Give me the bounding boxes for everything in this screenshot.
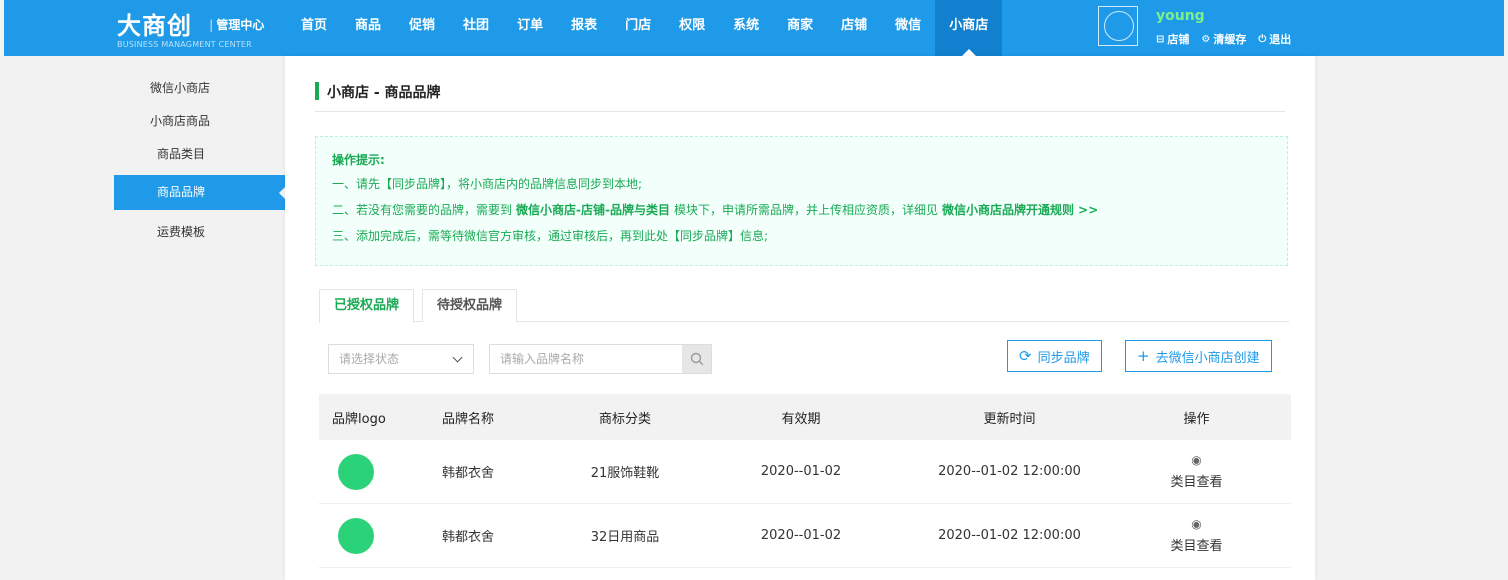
col-valid: 有效期 — [781, 411, 821, 427]
plus-icon: + — [1137, 346, 1150, 365]
brand-tabs: 已授权品牌 待授权品牌 — [319, 289, 1289, 323]
nav-permissions[interactable]: 权限 — [665, 0, 719, 56]
col-name: 品牌名称 — [442, 411, 495, 427]
col-updated: 更新时间 — [983, 411, 1036, 427]
user-links: ⊟ 店铺 ⚙ 清缓存 ⏻ 退出 — [1156, 31, 1291, 47]
col-category: 商标分类 — [598, 411, 651, 427]
refresh-icon: ⟳ — [1019, 346, 1032, 365]
gear-icon: ⚙ — [1201, 33, 1211, 45]
col-actions: 操作 — [1183, 411, 1210, 427]
table-header: 品牌logo 品牌名称 商标分类 有效期 更新时间 操作 — [319, 394, 1291, 440]
brand-category: 21服饰鞋靴 — [590, 466, 660, 481]
brand-updated-time: 2020--01-02 12:00:00 — [938, 528, 1081, 543]
brand-search-input[interactable] — [490, 345, 683, 373]
store-icon: ⊟ — [1156, 33, 1165, 45]
brand-name: 韩都衣舍 — [442, 466, 495, 481]
sidebar-item-shipping-template[interactable]: 运费模板 — [114, 216, 286, 249]
eye-icon: ◉ — [1191, 517, 1202, 531]
tips-title: 操作提示: — [332, 153, 385, 167]
filter-bar: 请选择状态 — [328, 344, 712, 374]
nav-stores[interactable]: 门店 — [611, 0, 665, 56]
col-logo: 品牌logo — [332, 411, 386, 427]
main-nav: 首页 商品 促销 社团 订单 报表 门店 权限 系统 商家 店铺 微信 小商店 — [287, 0, 1003, 56]
brand-updated-time: 2020--01-02 12:00:00 — [938, 464, 1081, 479]
brand-valid-date: 2020--01-02 — [760, 528, 842, 543]
username: young — [1156, 8, 1205, 24]
brand-logo-image — [338, 517, 374, 554]
brand-valid-date: 2020--01-02 — [760, 464, 842, 479]
sidebar-item-goods-category[interactable]: 商品类目 — [114, 138, 286, 171]
nav-goods[interactable]: 商品 — [341, 0, 395, 56]
clear-cache-link[interactable]: ⚙ 清缓存 — [1201, 31, 1246, 47]
view-category-button[interactable]: ◉ 类目查看 — [1102, 517, 1291, 554]
nav-orders[interactable]: 订单 — [503, 0, 557, 56]
brand-category: 32日用商品 — [590, 530, 660, 545]
nav-mini-store[interactable]: 小商店 — [935, 0, 1003, 56]
search-icon — [690, 352, 703, 366]
power-icon: ⏻ — [1258, 33, 1267, 45]
table-row: 韩都衣舍 32日用商品 2020--01-02 2020--01-02 12:0… — [319, 504, 1291, 568]
main-content: 小商店 - 商品品牌 操作提示: 一、请先【同步品牌】，将小商店内的品牌信息同步… — [285, 56, 1315, 580]
create-in-wechat-button[interactable]: + 去微信小商店创建 — [1125, 340, 1272, 372]
sidebar-item-wechat-mini-store[interactable]: 微信小商店 — [114, 72, 286, 105]
nav-home[interactable]: 首页 — [287, 0, 341, 56]
brand-rules-link[interactable]: 微信小商店品牌开通规则 >> — [942, 203, 1098, 217]
chevron-down-icon — [452, 352, 463, 363]
tab-authorized[interactable]: 已授权品牌 — [319, 289, 415, 323]
logout-link[interactable]: ⏻ 退出 — [1258, 31, 1291, 47]
logo-main-text: 大商创 — [117, 12, 192, 40]
view-category-button[interactable]: ◉ 类目查看 — [1102, 453, 1291, 490]
nav-system[interactable]: 系统 — [719, 0, 773, 56]
brand-name: 韩都衣舍 — [442, 530, 495, 545]
logo-sub-text: | 管理中心 — [209, 18, 265, 32]
tip-line-2: 二、若没有您需要的品牌，需要到 微信小商店-店铺-品牌与类目 模块下，申请所需品牌，… — [332, 203, 1099, 217]
sidebar-item-mini-store-goods[interactable]: 小商店商品 — [114, 105, 286, 138]
search-box — [489, 344, 712, 374]
nav-wechat[interactable]: 微信 — [881, 0, 935, 56]
nav-reports[interactable]: 报表 — [557, 0, 611, 56]
table-row: 韩都衣舍 21服饰鞋靴 2020--01-02 2020--01-02 12:0… — [319, 440, 1291, 504]
brand-logo-image — [338, 453, 374, 490]
operation-tips: 操作提示: 一、请先【同步品牌】，将小商店内的品牌信息同步到本地; 二、若没有您… — [315, 136, 1288, 266]
nav-merchants[interactable]: 商家 — [773, 0, 827, 56]
top-navbar: 大商创 | 管理中心 BUSINESS MANAGMENT CENTER 首页 商… — [4, 0, 1504, 56]
tip-line-1: 一、请先【同步品牌】，将小商店内的品牌信息同步到本地; — [332, 177, 643, 191]
tab-pending[interactable]: 待授权品牌 — [422, 289, 518, 322]
avatar[interactable] — [1098, 6, 1138, 46]
nav-community[interactable]: 社团 — [449, 0, 503, 56]
brand-table: 品牌logo 品牌名称 商标分类 有效期 更新时间 操作 韩都衣舍 21服饰鞋靴… — [319, 394, 1291, 568]
tip-line-3: 三、添加完成后，需等待微信官方审核，通过审核后，再到此处【同步品牌】信息; — [332, 229, 769, 243]
search-button[interactable] — [682, 345, 711, 373]
brand-category-link[interactable]: 微信小商店-店铺-品牌与类目 — [516, 203, 670, 217]
nav-promotion[interactable]: 促销 — [395, 0, 449, 56]
sidebar: 微信小商店 小商店商品 商品类目 商品品牌 运费模板 — [114, 72, 286, 249]
status-select[interactable]: 请选择状态 — [328, 344, 474, 374]
sidebar-item-goods-brand[interactable]: 商品品牌 — [114, 175, 286, 210]
page-title: 小商店 - 商品品牌 — [315, 82, 1285, 112]
sync-brand-button[interactable]: ⟳ 同步品牌 — [1007, 340, 1102, 372]
logo-english-text: BUSINESS MANAGMENT CENTER — [117, 40, 252, 49]
eye-icon: ◉ — [1191, 453, 1202, 467]
store-link[interactable]: ⊟ 店铺 — [1156, 31, 1189, 47]
nav-shop[interactable]: 店铺 — [827, 0, 881, 56]
